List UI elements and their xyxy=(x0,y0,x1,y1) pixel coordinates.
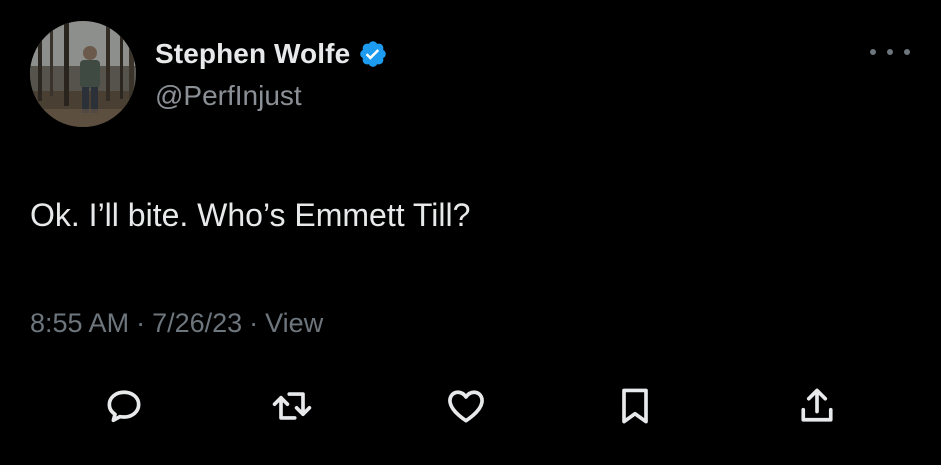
action-bar xyxy=(0,382,941,442)
like-icon xyxy=(448,390,484,423)
reply-icon xyxy=(107,390,141,423)
retweet-icon xyxy=(272,392,312,420)
tweet-date[interactable]: 7/26/23 xyxy=(152,308,242,338)
meta-separator: · xyxy=(249,308,259,338)
avatar[interactable] xyxy=(30,21,136,127)
retweet-button[interactable] xyxy=(268,382,316,430)
tweet-meta: 8:55 AM · 7/26/23 · View xyxy=(30,308,323,339)
share-icon xyxy=(801,388,833,422)
display-name[interactable]: Stephen Wolfe xyxy=(155,38,350,70)
verified-badge-icon[interactable] xyxy=(358,39,388,69)
share-button[interactable] xyxy=(793,382,841,430)
name-row: Stephen Wolfe xyxy=(155,34,388,74)
bookmark-button[interactable] xyxy=(611,382,659,430)
more-options-icon[interactable] xyxy=(870,40,910,64)
reply-button[interactable] xyxy=(100,382,148,430)
views-link[interactable]: View xyxy=(265,308,323,338)
meta-separator: · xyxy=(136,308,146,338)
tweet-text: Ok. I’ll bite. Who’s Emmett Till? xyxy=(30,197,471,233)
user-handle[interactable]: @PerfInjust xyxy=(155,80,302,112)
tweet-time[interactable]: 8:55 AM xyxy=(30,308,129,338)
tweet-card: Stephen Wolfe @PerfInjust Ok. I’ll bite.… xyxy=(0,0,941,465)
like-button[interactable] xyxy=(442,382,490,430)
bookmark-icon xyxy=(622,388,648,424)
avatar-photo xyxy=(30,21,136,127)
